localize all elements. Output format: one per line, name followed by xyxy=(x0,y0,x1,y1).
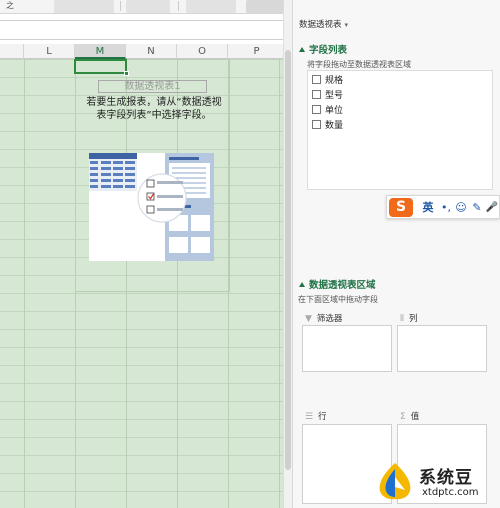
field-item-quantity[interactable]: 数量 xyxy=(312,120,343,133)
pen-icon[interactable]: ✎ xyxy=(469,200,485,215)
emoji-icon[interactable]: ☺ xyxy=(453,200,469,215)
fill-handle[interactable] xyxy=(124,71,129,76)
scrollbar-thumb[interactable] xyxy=(285,50,291,470)
panel-header-label: 数据透视表 xyxy=(299,20,342,30)
pivot-table-hint: 若要生成报表，请从“数据透视表字段列表”中选择字段。 xyxy=(86,97,222,121)
checkbox[interactable] xyxy=(312,120,321,129)
columns-icon: ⦀ xyxy=(400,314,404,324)
vertical-scrollbar[interactable] xyxy=(283,0,292,508)
toolbar-item[interactable]: 之 xyxy=(6,0,14,13)
pivot-table-title: 数据透视表1 xyxy=(98,80,207,93)
field-list-section-title[interactable]: 字段列表 xyxy=(299,42,347,56)
watermark-logo-icon xyxy=(379,463,411,500)
toolbar-separator xyxy=(178,1,179,11)
ime-language-toggle[interactable]: 英 xyxy=(420,200,436,215)
formula-bar[interactable] xyxy=(0,20,292,40)
column-header-row: L M N O P xyxy=(0,44,286,59)
checkbox[interactable] xyxy=(312,105,321,114)
column-header-m[interactable]: M xyxy=(75,44,126,59)
pivot-field-panel: 数据透视表 ▾ 字段列表 将字段拖动至数据透视表区域 规格 型号 单位 数量 数据… xyxy=(292,0,500,508)
field-item-model[interactable]: 型号 xyxy=(312,90,343,103)
checkbox[interactable] xyxy=(312,90,321,99)
punctuation-icon[interactable]: •, xyxy=(438,200,454,215)
field-label: 数量 xyxy=(325,121,344,131)
toolbar-strip: 之 xyxy=(0,0,290,14)
ime-toolbar[interactable]: S 英 •, ☺ ✎ 🎤 xyxy=(386,195,500,219)
areas-instructions: 在下面区域中拖动字段 xyxy=(298,295,378,304)
column-header-o[interactable]: O xyxy=(177,44,228,59)
checkbox[interactable] xyxy=(312,75,321,84)
filter-area-text: 筛选器 xyxy=(316,314,343,324)
sigma-icon: Σ xyxy=(400,412,406,422)
filter-area-label: ▼ 筛选器 xyxy=(305,312,342,324)
toolbar-item[interactable] xyxy=(246,0,286,13)
toolbar-item[interactable] xyxy=(186,0,236,13)
column-header[interactable] xyxy=(0,44,24,59)
field-list: 规格 型号 单位 数量 xyxy=(307,70,493,190)
panel-header[interactable]: 数据透视表 ▾ xyxy=(299,18,348,30)
field-item-unit[interactable]: 单位 xyxy=(312,105,343,118)
pivot-illustration-icon xyxy=(89,153,214,261)
collapse-triangle-icon[interactable] xyxy=(299,47,305,52)
field-label: 型号 xyxy=(325,91,344,101)
filter-drop-zone[interactable] xyxy=(302,325,392,372)
field-list-title-text: 字段列表 xyxy=(309,45,348,56)
areas-section-title[interactable]: 数据透视表区域 xyxy=(299,277,376,291)
watermark: 系统豆 xtdptc.com xyxy=(372,455,500,508)
sogou-logo-icon[interactable]: S xyxy=(389,198,413,217)
rows-area-text: 行 xyxy=(318,412,327,422)
columns-area-text: 列 xyxy=(408,314,418,324)
watermark-title: 系统豆 xyxy=(419,468,473,488)
active-cell[interactable] xyxy=(74,59,127,74)
field-label: 单位 xyxy=(325,106,344,116)
chevron-down-icon[interactable]: ▾ xyxy=(345,21,349,29)
column-header-l[interactable]: L xyxy=(24,44,75,59)
rows-area-label: ☰ 行 xyxy=(305,410,327,422)
field-list-instructions: 将字段拖动至数据透视表区域 xyxy=(307,60,411,69)
collapse-triangle-icon[interactable] xyxy=(299,282,305,287)
column-header-n[interactable]: N xyxy=(126,44,177,59)
microphone-icon[interactable]: 🎤 xyxy=(485,200,499,215)
toolbar-item[interactable] xyxy=(54,0,114,13)
toolbar-separator xyxy=(120,1,121,11)
column-header-p[interactable]: P xyxy=(228,44,286,59)
columns-area-label: ⦀ 列 xyxy=(400,312,417,324)
areas-title-text: 数据透视表区域 xyxy=(309,280,376,291)
columns-drop-zone[interactable] xyxy=(397,325,487,372)
field-label: 规格 xyxy=(325,76,344,86)
values-area-text: 值 xyxy=(410,412,420,422)
toolbar-item[interactable] xyxy=(126,0,170,13)
watermark-url: xtdptc.com xyxy=(422,487,479,498)
filter-icon: ▼ xyxy=(305,314,312,324)
values-area-label: Σ值 xyxy=(400,410,419,422)
rows-icon: ☰ xyxy=(305,412,314,422)
field-item-spec[interactable]: 规格 xyxy=(312,75,343,88)
